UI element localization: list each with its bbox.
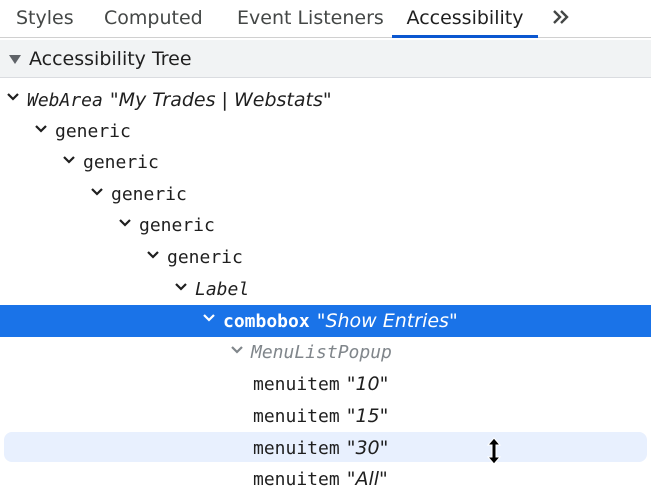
chevron-down-icon[interactable] — [90, 187, 104, 197]
tree-node-label: generic — [83, 147, 159, 179]
tree-row-menuitem[interactable]: menuitem "15" — [0, 400, 651, 432]
node-role: generic — [111, 183, 187, 205]
tree-row-menulistpopup[interactable]: MenuListPopup — [0, 337, 651, 369]
node-role: MenuListPopup — [251, 341, 392, 363]
node-role: generic — [167, 247, 243, 268]
tree-node-label: generic — [111, 179, 187, 211]
tree-row-generic[interactable]: generic — [0, 242, 651, 274]
tree-node-label: menuitem "10" — [253, 368, 388, 401]
tab-event-listeners[interactable]: Event Listeners — [237, 0, 384, 38]
tree-node-label: combobox "Show Entries" — [223, 305, 458, 338]
tree-row-combobox[interactable]: combobox "Show Entries" — [0, 305, 651, 338]
node-role: generic — [83, 152, 159, 174]
tree-row-menuitem[interactable]: menuitem "All" — [0, 463, 651, 495]
node-accessible-name: "Show Entries" — [316, 310, 458, 333]
tree-node-label: MenuListPopup — [251, 337, 392, 369]
node-role: WebArea — [27, 90, 103, 111]
node-role: Label — [195, 278, 250, 300]
tree-row-generic[interactable]: generic — [0, 147, 651, 179]
tree-node-label: generic — [55, 116, 131, 148]
accessibility-tree-header[interactable]: Accessibility Tree — [0, 40, 651, 78]
tree-node-label: menuitem "All" — [253, 463, 388, 496]
tree-row-generic[interactable]: generic — [0, 116, 651, 148]
double-chevron-right-icon — [553, 10, 569, 24]
tree-row-generic[interactable]: generic — [0, 210, 651, 242]
tree-row-menuitem[interactable]: menuitem "30" — [0, 431, 651, 465]
tree-row-webarea[interactable]: WebArea "My Trades | Webstats" — [0, 84, 651, 116]
node-role: combobox — [223, 311, 310, 333]
chevron-down-icon[interactable] — [146, 250, 160, 260]
chevron-down-icon[interactable] — [202, 313, 216, 323]
chevron-down-icon[interactable] — [6, 92, 20, 102]
vertical-resize-cursor-icon — [487, 437, 501, 465]
node-accessible-name: "10" — [346, 373, 389, 396]
chevron-down-icon[interactable] — [174, 282, 188, 292]
section-title: Accessibility Tree — [29, 48, 192, 70]
chevron-down-icon[interactable] — [62, 155, 76, 165]
more-tabs-button[interactable] — [548, 5, 576, 31]
node-accessible-name: "15" — [346, 405, 389, 427]
node-role: menuitem — [253, 469, 340, 491]
tab-computed[interactable]: Computed — [104, 0, 203, 38]
tree-row-menuitem[interactable]: menuitem "10" — [0, 368, 651, 400]
node-accessible-name: "30" — [346, 436, 389, 459]
node-accessible-name: "All" — [346, 468, 388, 491]
node-accessible-name: "My Trades | Webstats" — [109, 89, 332, 111]
tree-node-label: generic — [139, 210, 215, 242]
node-role: generic — [139, 215, 215, 237]
tree-node-label: Label — [195, 274, 249, 306]
node-role: generic — [55, 120, 131, 142]
collapse-triangle-icon[interactable] — [9, 55, 21, 64]
sidebar-tab-bar: Styles Computed Event Listeners Accessib… — [0, 0, 651, 38]
chevron-down-icon[interactable] — [118, 218, 132, 228]
node-role: menuitem — [253, 374, 340, 396]
chevron-down-icon[interactable] — [34, 124, 48, 134]
node-role: menuitem — [253, 406, 340, 427]
tree-node-label: menuitem "15" — [253, 400, 388, 433]
tree-node-label: generic — [167, 242, 243, 274]
tab-accessibility[interactable]: Accessibility — [392, 0, 538, 38]
node-role: menuitem — [253, 437, 340, 459]
tree-row-label[interactable]: Label — [0, 274, 651, 306]
tree-node-label: menuitem "30" — [253, 432, 388, 465]
tree-node-label: WebArea "My Trades | Webstats" — [27, 84, 332, 117]
chevron-down-icon[interactable] — [230, 345, 244, 355]
tree-row-generic[interactable]: generic — [0, 179, 651, 211]
tab-styles[interactable]: Styles — [16, 0, 74, 38]
